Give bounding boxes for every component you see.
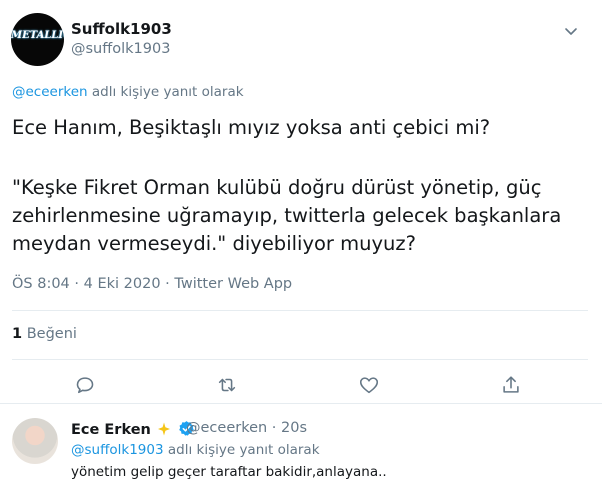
reply-author-name[interactable]: Ece Erken bbox=[71, 420, 195, 438]
tweet-text: Ece Hanım, Beşiktaşlı mıyız yoksa anti ç… bbox=[12, 114, 582, 258]
reply-tweet[interactable]: Ece Erken @eceerken · 20s @suffolk1903 a… bbox=[0, 404, 602, 485]
reply-handle-time[interactable]: @eceerken · 20s bbox=[186, 420, 307, 436]
reply-author-avatar[interactable] bbox=[12, 418, 58, 464]
likes-label: Beğeni bbox=[22, 326, 77, 342]
tweet-text-line: "Keşke Fikret Orman kulübü doğru dürüst … bbox=[12, 176, 562, 255]
tweet-text-line: Ece Hanım, Beşiktaşlı mıyız yoksa anti ç… bbox=[12, 116, 491, 139]
reply-icon[interactable] bbox=[74, 374, 96, 396]
author-handle[interactable]: @suffolk1903 bbox=[71, 41, 170, 57]
reply-text: yönetim gelip geçer taraftar bakidir,anl… bbox=[71, 464, 387, 480]
sparkle-emoji-icon bbox=[157, 422, 170, 436]
retweet-icon[interactable] bbox=[216, 374, 238, 396]
reply-display-name: Ece Erken bbox=[71, 422, 151, 438]
share-icon[interactable] bbox=[500, 374, 522, 396]
metallica-logo: METALLICA bbox=[11, 30, 64, 41]
tweet-timestamp[interactable]: ÖS 8:04 · 4 Eki 2020 · Twitter Web App bbox=[12, 276, 292, 292]
author-avatar[interactable]: METALLICA bbox=[11, 13, 64, 66]
reply-context-label: adlı kişiye yanıt olarak bbox=[163, 442, 320, 458]
reply-mention-link[interactable]: @eceerken bbox=[12, 84, 88, 100]
likes-count[interactable]: 1 Beğeni bbox=[12, 326, 77, 342]
reply-context-label: adlı kişiye yanıt olarak bbox=[87, 84, 244, 100]
divider bbox=[12, 359, 588, 360]
divider bbox=[12, 310, 588, 311]
reply-context: @suffolk1903 adlı kişiye yanıt olarak bbox=[71, 442, 320, 458]
like-icon[interactable] bbox=[358, 374, 380, 396]
likes-number: 1 bbox=[12, 326, 23, 342]
reply-mention-link[interactable]: @suffolk1903 bbox=[71, 442, 164, 458]
chevron-down-icon[interactable] bbox=[562, 22, 580, 40]
author-display-name[interactable]: Suffolk1903 bbox=[71, 20, 172, 38]
reply-context: @eceerken adlı kişiye yanıt olarak bbox=[12, 84, 244, 100]
